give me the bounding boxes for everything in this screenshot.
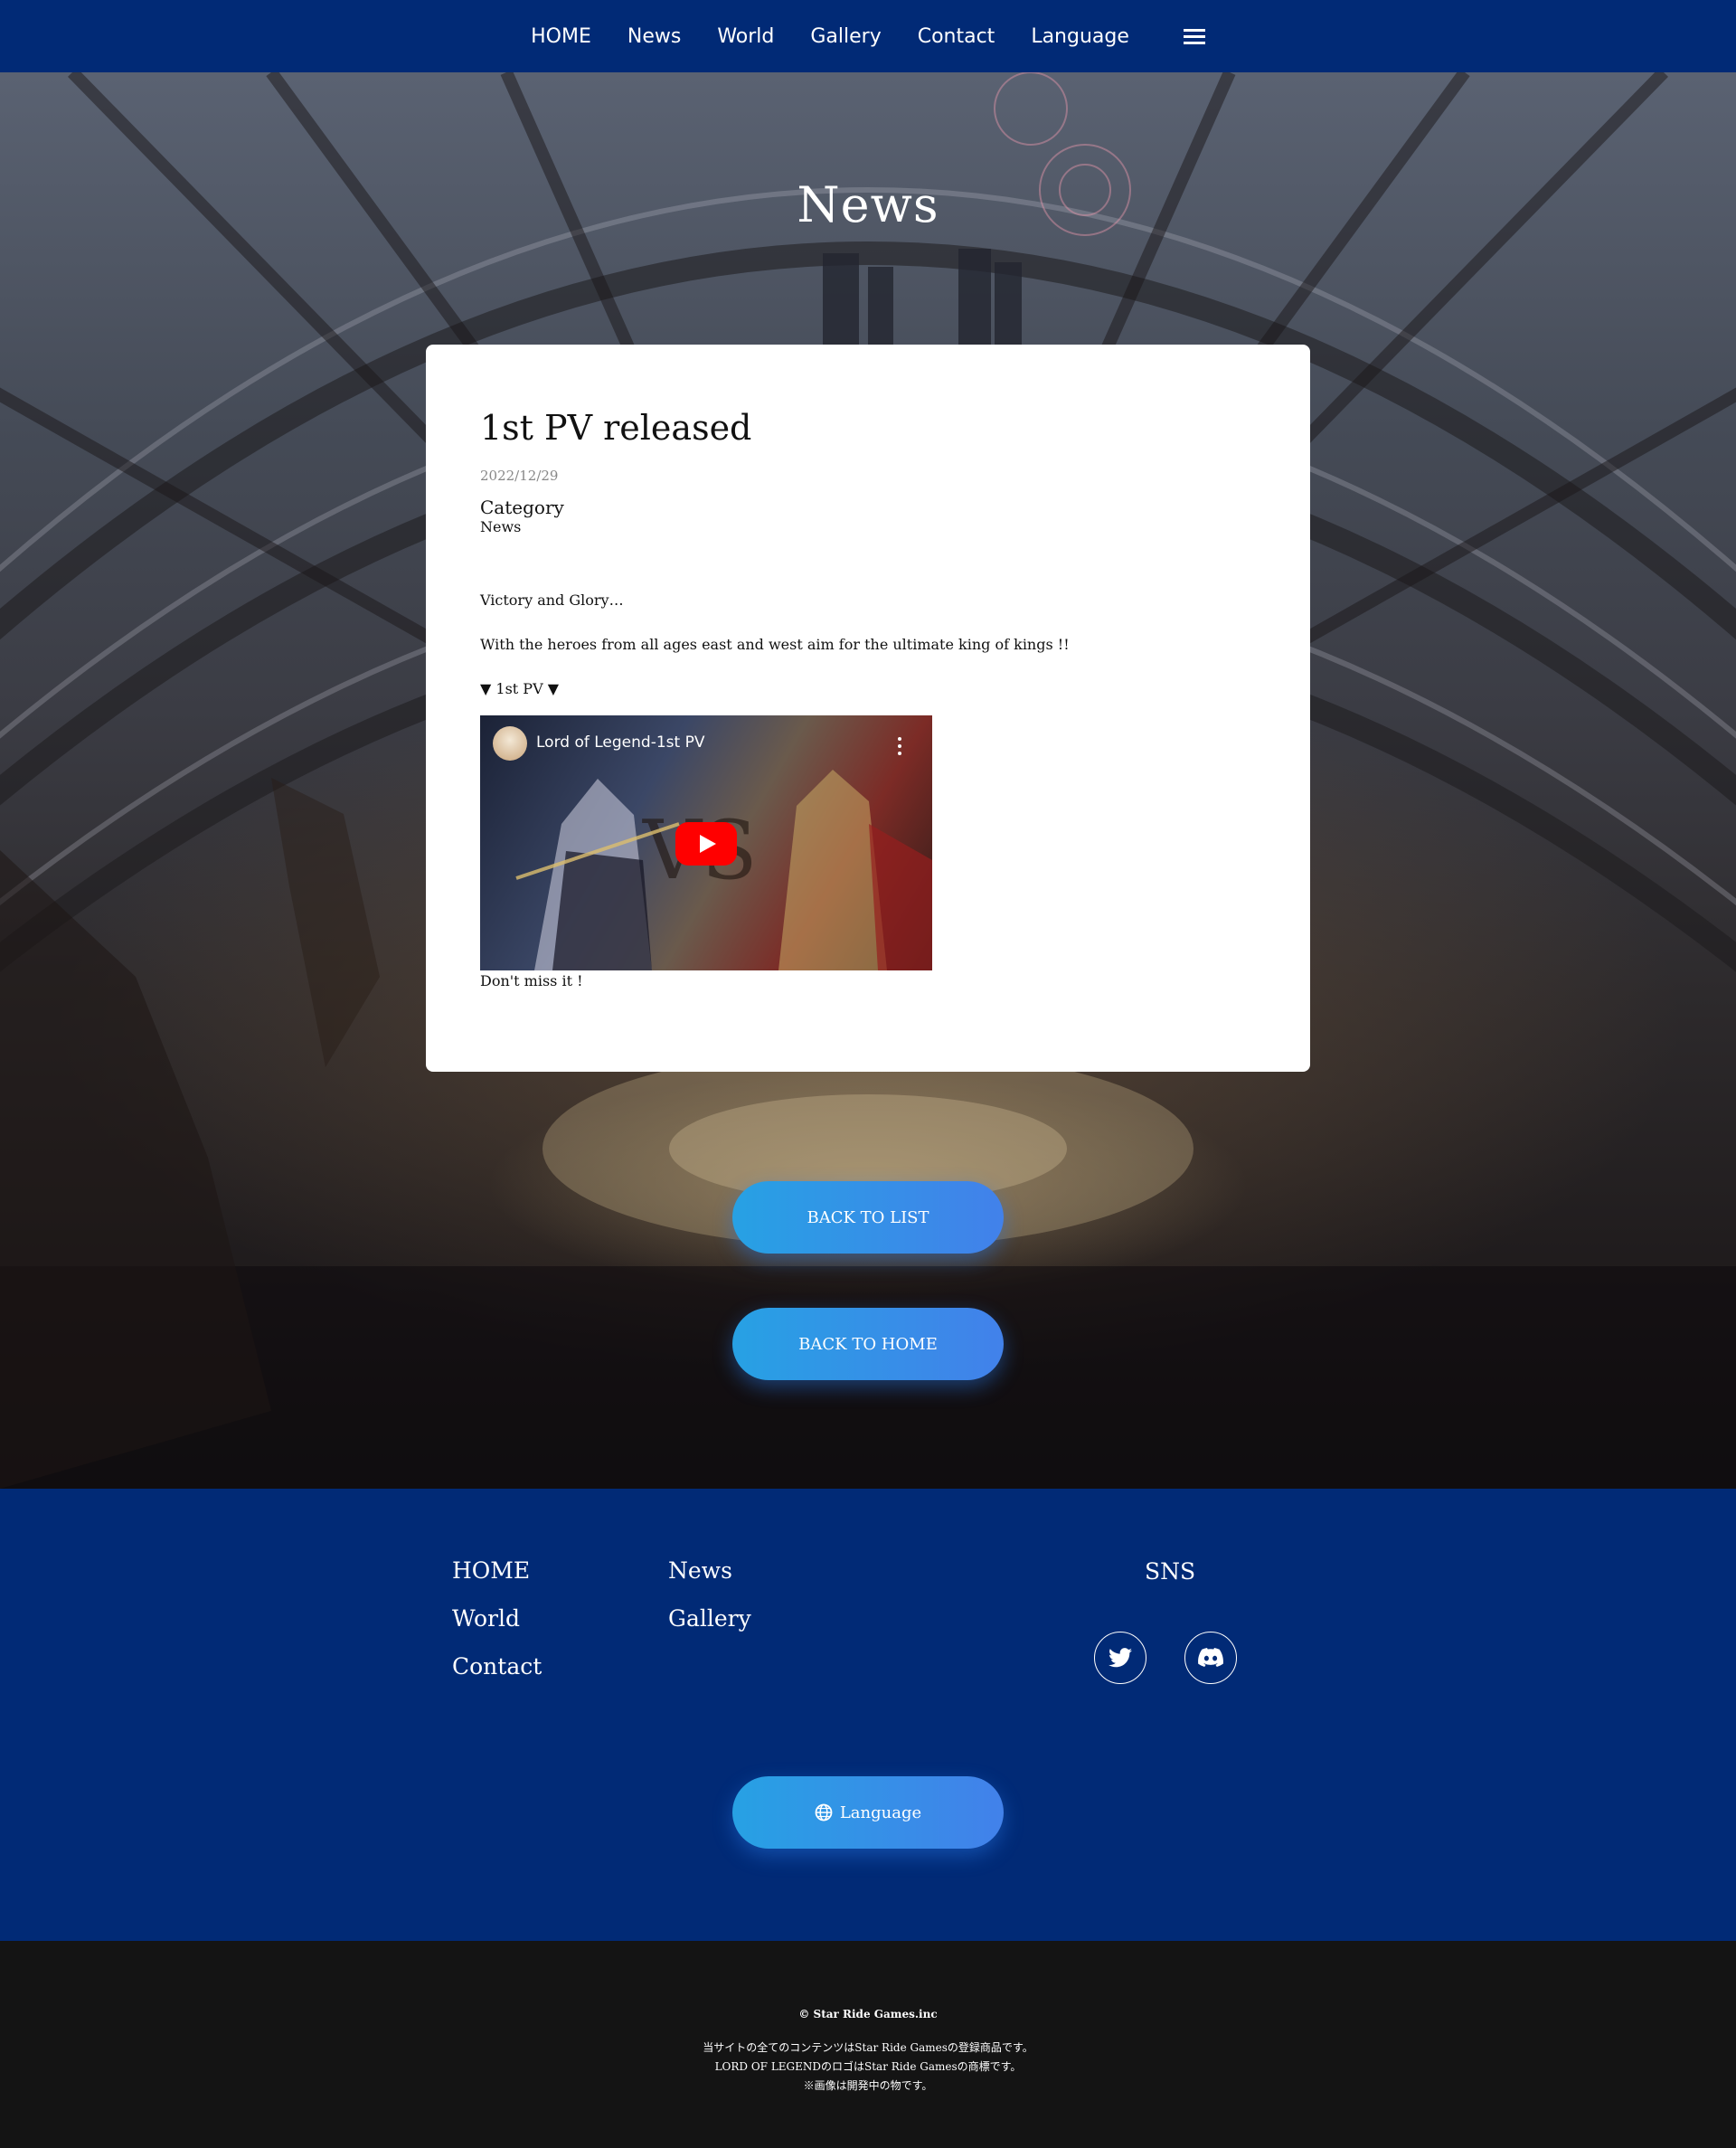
top-navigation: HOME News World Gallery Contact Language (0, 0, 1736, 72)
back-to-list-button[interactable]: BACK TO LIST (732, 1181, 1004, 1254)
twitter-icon[interactable] (1094, 1632, 1146, 1684)
article-date: 2022/12/29 (480, 468, 559, 484)
copyright-text: © Star Ride Games.inc (798, 2008, 938, 2020)
article-paragraph: ▼ 1st PV ▼ (480, 680, 560, 697)
nav-items: HOME News World Gallery Contact Language (531, 25, 1205, 48)
footer-link-news[interactable]: News (668, 1557, 732, 1584)
video-title[interactable]: Lord of Legend-1st PV (536, 733, 704, 752)
footer-link-home[interactable]: HOME (452, 1557, 530, 1584)
article-paragraph: With the heroes from all ages east and w… (480, 636, 1070, 653)
legal-line: ※画像は開発中の物です。 (803, 2079, 933, 2092)
youtube-video-embed[interactable]: VS Lord of Legend-1st PV (480, 715, 932, 970)
language-button[interactable]: Language (732, 1776, 1004, 1849)
sns-label: SNS (1145, 1558, 1196, 1585)
more-options-icon[interactable] (898, 737, 901, 755)
article-category-value: News (480, 518, 522, 535)
nav-gallery[interactable]: Gallery (810, 25, 881, 48)
copyright-bar: © Star Ride Games.inc 当サイトの全てのコンテンツはStar… (0, 1941, 1736, 2148)
nav-world[interactable]: World (717, 25, 774, 48)
discord-icon[interactable] (1184, 1632, 1237, 1684)
legal-line: LORD OF LEGENDのロゴはStar Ride Gamesの商標です。 (714, 2060, 1022, 2073)
article-card: 1st PV released 2022/12/29 Category News… (426, 345, 1310, 1072)
nav-language[interactable]: Language (1031, 25, 1129, 48)
channel-avatar[interactable] (493, 726, 527, 761)
youtube-play-icon[interactable] (675, 822, 737, 866)
footer: HOME News World Gallery Contact SNS Lang… (0, 1489, 1736, 1941)
footer-link-gallery[interactable]: Gallery (668, 1605, 751, 1632)
page-title: News (797, 176, 939, 233)
footer-link-world[interactable]: World (452, 1605, 520, 1632)
article-paragraph: Don't miss it ! (480, 972, 583, 989)
article-title: 1st PV released (480, 408, 752, 448)
nav-contact[interactable]: Contact (918, 25, 995, 48)
nav-home[interactable]: HOME (531, 25, 591, 48)
back-to-home-button[interactable]: BACK TO HOME (732, 1308, 1004, 1380)
hamburger-icon[interactable] (1183, 27, 1205, 45)
article-category-label: Category (480, 497, 564, 518)
globe-icon (815, 1803, 833, 1822)
legal-notice: 当サイトの全てのコンテンツはStar Ride Gamesの登録商品です。 LO… (0, 2039, 1736, 2096)
footer-link-contact[interactable]: Contact (452, 1653, 542, 1680)
nav-news[interactable]: News (627, 25, 681, 48)
language-button-label: Language (839, 1803, 922, 1822)
article-paragraph: Victory and Glory… (480, 591, 624, 609)
legal-line: 当サイトの全てのコンテンツはStar Ride Gamesの登録商品です。 (703, 2041, 1033, 2054)
